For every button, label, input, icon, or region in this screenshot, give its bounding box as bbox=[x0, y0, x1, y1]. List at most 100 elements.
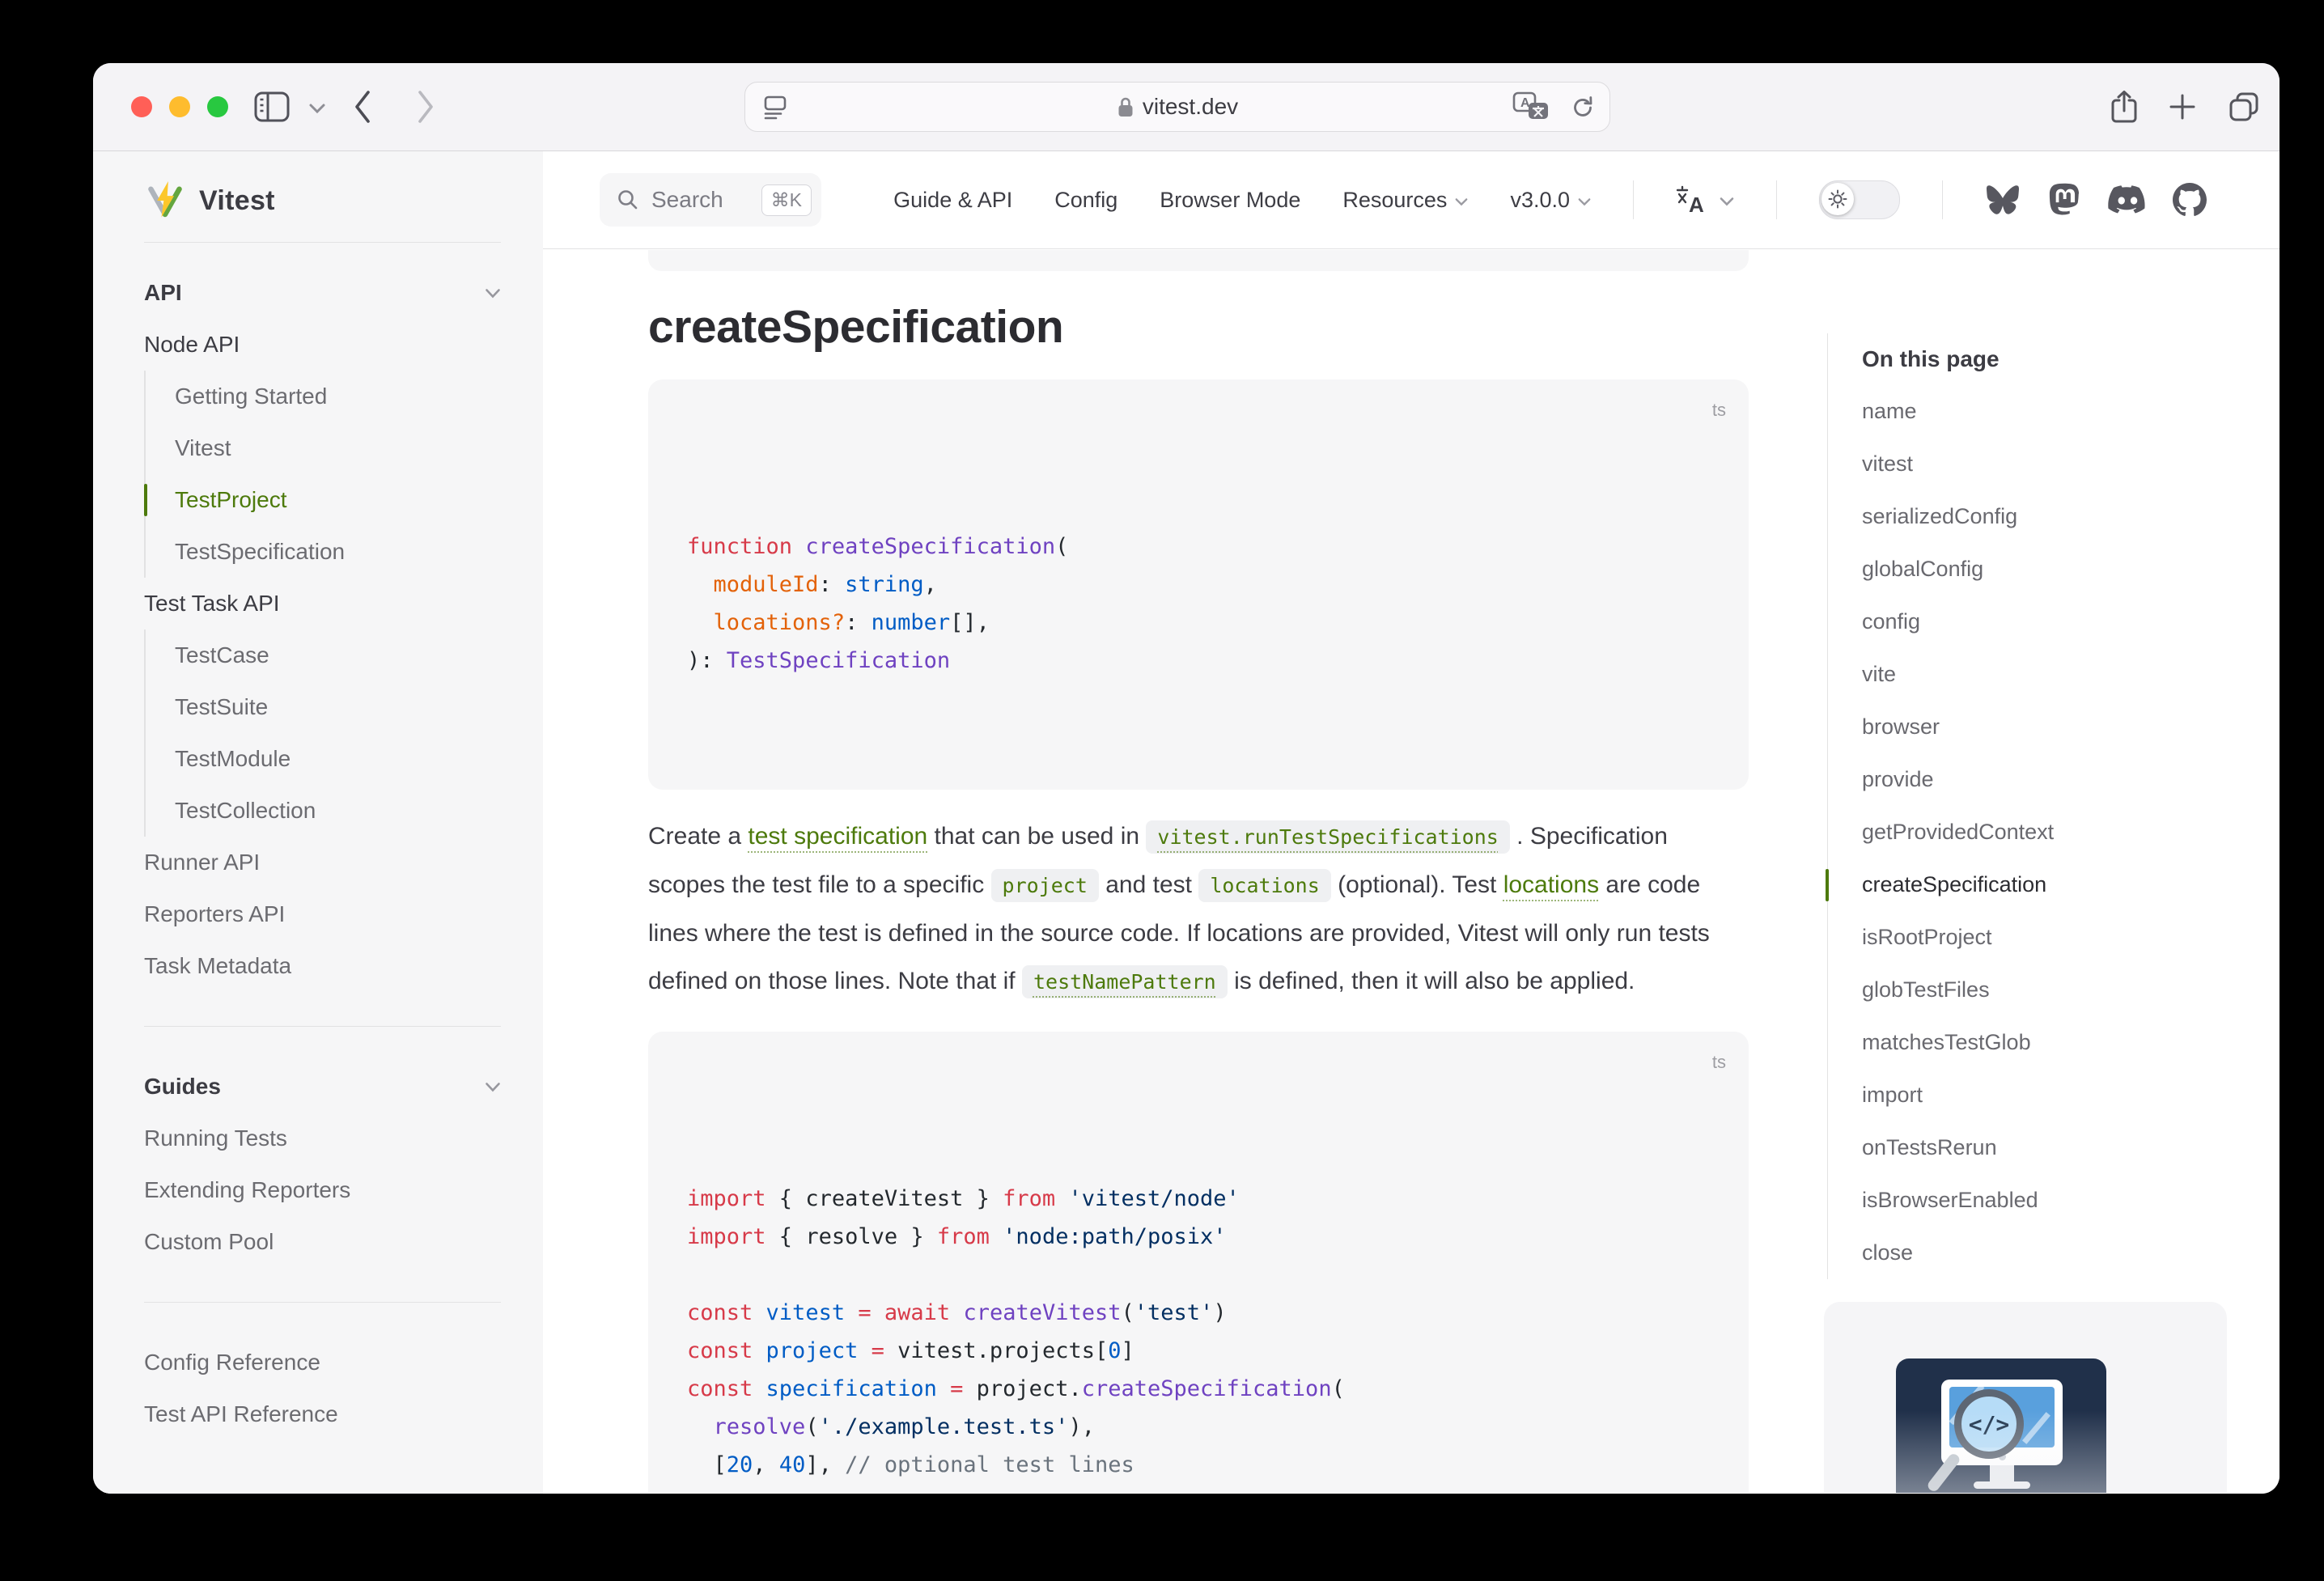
on-this-page: On this page namevitestserializedConfigg… bbox=[1827, 249, 2248, 1279]
sidebar-section-guides[interactable]: Guides bbox=[144, 1061, 543, 1113]
outline-item-vite[interactable]: vite bbox=[1862, 648, 2248, 701]
outline-item-isrootproject[interactable]: isRootProject bbox=[1862, 911, 2248, 964]
address-bar[interactable]: vitest.dev A bbox=[744, 82, 1610, 132]
chevron-down-icon bbox=[1455, 197, 1468, 206]
translate-page-icon[interactable]: A bbox=[1512, 91, 1551, 124]
traffic-lights bbox=[131, 96, 228, 117]
outline-item-browser[interactable]: browser bbox=[1862, 701, 2248, 753]
url-text: vitest.dev bbox=[1143, 94, 1238, 120]
outline-item-isbrowserenabled[interactable]: isBrowserEnabled bbox=[1862, 1174, 2248, 1227]
github-icon[interactable] bbox=[2173, 183, 2207, 217]
on-this-page-title: On this page bbox=[1862, 333, 2248, 385]
vitest-logo-icon bbox=[144, 180, 186, 222]
sidebar-item-testproject[interactable]: TestProject bbox=[146, 474, 543, 526]
theme-toggle[interactable] bbox=[1819, 180, 1900, 219]
sidebar-item-task-metadata[interactable]: Task Metadata bbox=[144, 940, 543, 992]
site-navbar: Search ⌘K Guide & API Config Browser Mode R… bbox=[543, 151, 2279, 249]
sidebar-item-test-api-reference[interactable]: Test API Reference bbox=[144, 1388, 543, 1440]
minimize-window-button[interactable] bbox=[169, 96, 190, 117]
bluesky-icon[interactable] bbox=[1985, 184, 2021, 216]
inline-code-testnamepattern[interactable]: testNamePattern bbox=[1022, 965, 1228, 998]
inline-code-project: project bbox=[991, 869, 1099, 902]
sidebar-label: Extending Reporters bbox=[144, 1177, 350, 1203]
outline-item-provide[interactable]: provide bbox=[1862, 753, 2248, 806]
outline-item-import[interactable]: import bbox=[1862, 1069, 2248, 1121]
chevron-down-icon bbox=[1578, 197, 1591, 206]
nav-link-label: Guide & API bbox=[893, 188, 1012, 213]
sidebar-subgroup: Getting StartedVitestTestProjectTestSpec… bbox=[144, 371, 543, 578]
mastodon-icon[interactable] bbox=[2048, 183, 2080, 217]
text: is defined, then it will also be applied… bbox=[1228, 968, 1635, 994]
nav-link-browser-mode[interactable]: Browser Mode bbox=[1160, 188, 1300, 213]
inline-link-locations[interactable]: locations bbox=[1503, 871, 1599, 898]
sidebar-item-test-task-api[interactable]: Test Task API bbox=[144, 578, 543, 629]
site-title: Vitest bbox=[199, 185, 275, 217]
outline-item-globalconfig[interactable]: globalConfig bbox=[1862, 543, 2248, 596]
site-logo[interactable]: Vitest bbox=[144, 174, 543, 227]
inline-link-test-specification[interactable]: test specification bbox=[748, 823, 927, 850]
code-line: const vitest = await createVitest('test'… bbox=[687, 1294, 1710, 1332]
back-button[interactable] bbox=[352, 88, 373, 125]
tab-overview-icon[interactable] bbox=[2226, 89, 2262, 125]
sidebar-item-testcase[interactable]: TestCase bbox=[146, 629, 543, 681]
sidebar-item-node-api[interactable]: Node API bbox=[144, 319, 543, 371]
code-line bbox=[687, 1256, 1710, 1294]
zoom-window-button[interactable] bbox=[207, 96, 228, 117]
outline-item-vitest[interactable]: vitest bbox=[1862, 438, 2248, 490]
nav-divider bbox=[1942, 180, 1943, 219]
code-lang-badge: ts bbox=[1712, 1043, 1726, 1081]
sidebar-item-config-reference[interactable]: Config Reference bbox=[144, 1337, 543, 1388]
sidebar-item-extending-reporters[interactable]: Extending Reporters bbox=[144, 1164, 543, 1216]
translate-menu[interactable]: A bbox=[1676, 185, 1734, 214]
outline-item-ontestsrerun[interactable]: onTestsRerun bbox=[1862, 1121, 2248, 1174]
outline-item-config[interactable]: config bbox=[1862, 596, 2248, 648]
text: that can be used in bbox=[927, 823, 1146, 850]
forward-button[interactable] bbox=[415, 88, 436, 125]
code-line: import { resolve } from 'node:path/posix… bbox=[687, 1218, 1710, 1256]
sidebar-item-testspecification[interactable]: TestSpecification bbox=[146, 526, 543, 578]
new-tab-icon[interactable] bbox=[2169, 89, 2195, 125]
sidebar-item-runner-api[interactable]: Runner API bbox=[144, 837, 543, 888]
nav-link-label: v3.0.0 bbox=[1510, 188, 1570, 213]
sidebar-toggle-icon[interactable] bbox=[253, 90, 290, 124]
sidebar-item-getting-started[interactable]: Getting Started bbox=[146, 371, 543, 422]
nav-link-guide-api[interactable]: Guide & API bbox=[893, 188, 1012, 213]
code-line: ) bbox=[687, 1484, 1710, 1493]
discord-icon[interactable] bbox=[2108, 185, 2145, 214]
outline-item-createspecification[interactable]: createSpecification bbox=[1862, 858, 2248, 911]
sidebar-dropdown-chevron-icon[interactable] bbox=[308, 103, 326, 114]
chevron-down-icon bbox=[1720, 197, 1734, 206]
code-line: locations?: number[], bbox=[687, 604, 1710, 642]
inline-code-vitest-runtestspecifications[interactable]: vitest.runTestSpecifications bbox=[1146, 820, 1509, 854]
search-input[interactable]: Search ⌘K bbox=[600, 173, 821, 227]
sidebar-item-vitest[interactable]: Vitest bbox=[146, 422, 543, 474]
nav-link-resources[interactable]: Resources bbox=[1342, 188, 1468, 213]
sidebar-item-testsuite[interactable]: TestSuite bbox=[146, 681, 543, 733]
outline-item-matchestestglob[interactable]: matchesTestGlob bbox=[1862, 1016, 2248, 1069]
share-icon[interactable] bbox=[2110, 89, 2139, 125]
previous-code-block-remnant bbox=[648, 250, 1749, 271]
sidebar-item-testcollection[interactable]: TestCollection bbox=[146, 785, 543, 837]
reload-icon[interactable] bbox=[1569, 94, 1597, 121]
chevron-down-icon bbox=[485, 288, 501, 299]
outline-item-serializedconfig[interactable]: serializedConfig bbox=[1862, 490, 2248, 543]
sidebar-nav: APINode APIGetting StartedVitestTestProj… bbox=[144, 267, 543, 1440]
outline-item-getprovidedcontext[interactable]: getProvidedContext bbox=[1862, 806, 2248, 858]
nav-link-config[interactable]: Config bbox=[1054, 188, 1117, 213]
sidebar-item-reporters-api[interactable]: Reporters API bbox=[144, 888, 543, 940]
sponsor-ad-card[interactable]: </> bbox=[1824, 1302, 2227, 1493]
sidebar-item-custom-pool[interactable]: Custom Pool bbox=[144, 1216, 543, 1268]
code-line: resolve('./example.test.ts'), bbox=[687, 1408, 1710, 1446]
sidebar-item-testmodule[interactable]: TestModule bbox=[146, 733, 543, 785]
sidebar-section-api[interactable]: API bbox=[144, 267, 543, 319]
nav-links: Guide & API Config Browser Mode Resources v3… bbox=[893, 180, 2207, 219]
nav-link-v3-0-0[interactable]: v3.0.0 bbox=[1510, 188, 1591, 213]
sidebar-label: Runner API bbox=[144, 850, 260, 875]
outline-item-name[interactable]: name bbox=[1862, 385, 2248, 438]
outline-item-close[interactable]: close bbox=[1862, 1227, 2248, 1279]
close-window-button[interactable] bbox=[131, 96, 152, 117]
text: (optional). Test bbox=[1331, 871, 1503, 898]
sidebar-item-running-tests[interactable]: Running Tests bbox=[144, 1113, 543, 1164]
outline-item-globtestfiles[interactable]: globTestFiles bbox=[1862, 964, 2248, 1016]
sidebar-label: Custom Pool bbox=[144, 1229, 274, 1255]
